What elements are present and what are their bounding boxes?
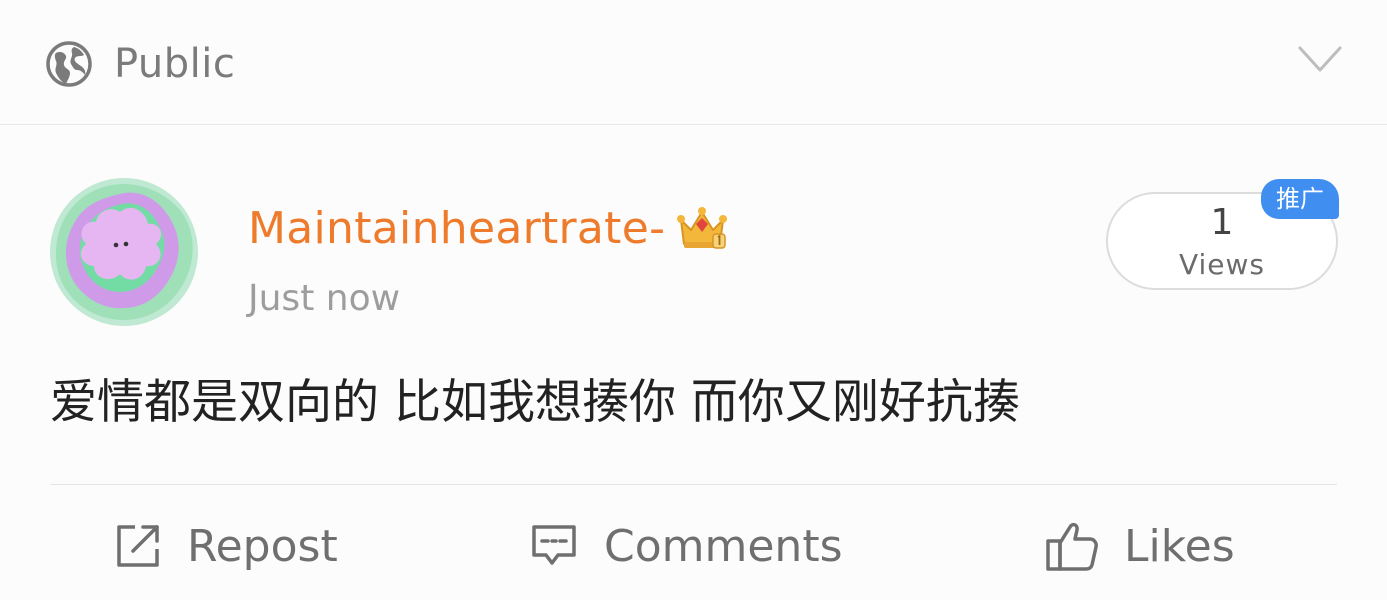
avatar-image (50, 178, 198, 326)
visibility-label: Public (114, 41, 236, 87)
chevron-down-icon[interactable] (1297, 42, 1343, 76)
repost-label: Repost (187, 520, 338, 572)
repost-icon (117, 525, 159, 567)
thumbs-up-icon (1046, 522, 1098, 571)
post-timestamp: Just now (248, 278, 401, 319)
avatar[interactable] (50, 178, 198, 326)
divider (50, 484, 1337, 485)
crown-icon (677, 207, 728, 249)
globe-icon (46, 41, 92, 87)
visibility-selector[interactable]: Public (44, 38, 235, 90)
promo-badge[interactable]: 推广 (1261, 179, 1339, 219)
repost-button[interactable]: Repost (113, 516, 338, 576)
comments-label: Comments (604, 520, 843, 572)
views-label: Views (1178, 248, 1266, 281)
author-name[interactable]: Maintainheartrate- (248, 203, 665, 254)
post-text: 爱情都是双向的 比如我想揍你 而你又刚好抗揍 (50, 375, 1020, 430)
likes-button[interactable]: Likes (1044, 516, 1235, 576)
author-row: Maintainheartrate- (248, 196, 729, 260)
visibility-bar: Public (0, 0, 1387, 125)
comment-icon (532, 525, 576, 565)
likes-label: Likes (1124, 520, 1235, 572)
comments-button[interactable]: Comments (528, 516, 843, 576)
